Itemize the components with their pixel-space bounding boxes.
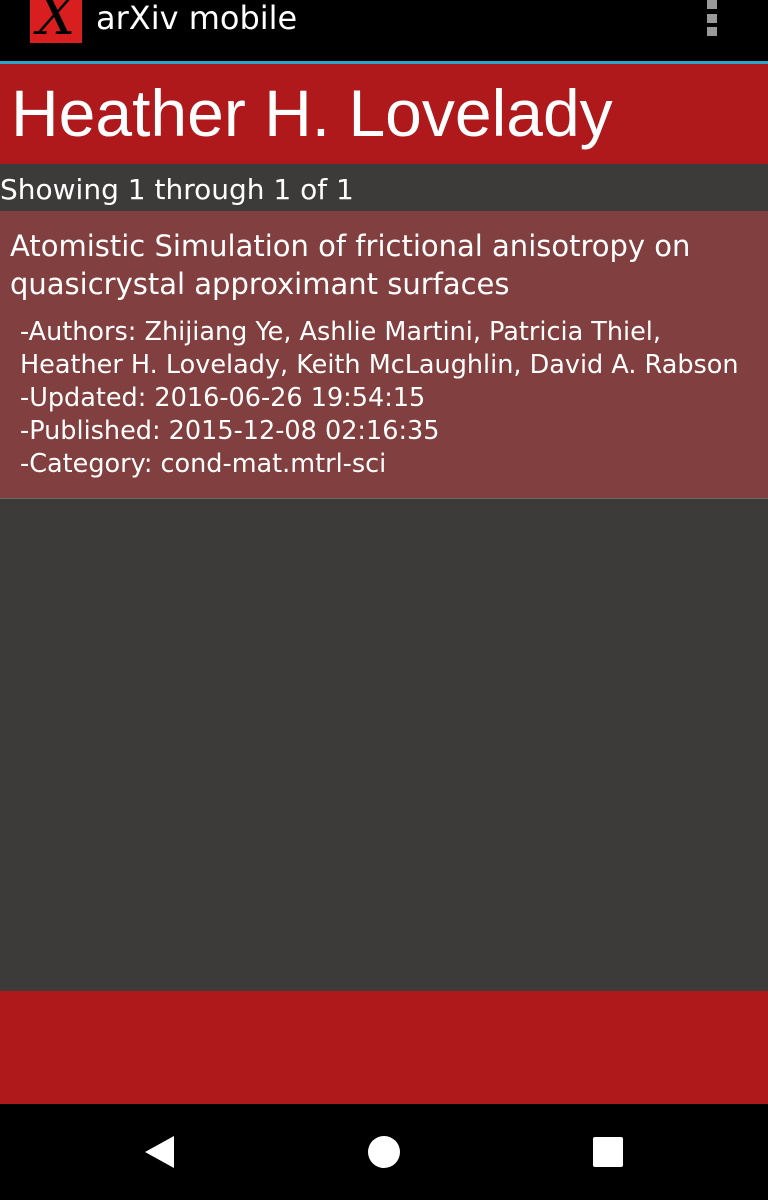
- article-published: -Published: 2015-12-08 02:16:35: [20, 416, 440, 446]
- menu-dot: [707, 0, 717, 9]
- screen: X arXiv mobile Heather H. Lovelady Showi…: [0, 0, 768, 1200]
- home-circle-icon: [368, 1136, 400, 1168]
- menu-dot: [707, 14, 717, 23]
- article-updated: -Updated: 2016-06-26 19:54:15: [20, 383, 426, 413]
- article-metadata: -Authors: Zhijiang Ye, Ashlie Martini, P…: [20, 316, 760, 481]
- bottom-bar: [0, 991, 768, 1104]
- author-header: Heather H. Lovelady: [0, 64, 768, 164]
- system-nav-bar: [0, 1104, 768, 1200]
- logo-letter: X: [36, 0, 76, 43]
- article-title: Atomistic Simulation of frictional aniso…: [10, 229, 691, 301]
- results-summary: Showing 1 through 1 of 1: [0, 173, 354, 206]
- recents-button[interactable]: [560, 1104, 656, 1200]
- overflow-menu-icon[interactable]: [700, 0, 724, 40]
- article-category: -Category: cond-mat.mtrl-sci: [20, 449, 387, 479]
- author-name: Heather H. Lovelady: [11, 76, 613, 150]
- back-triangle-icon: [145, 1136, 174, 1168]
- arxiv-logo-icon[interactable]: X: [30, 0, 82, 43]
- article-list-item[interactable]: Atomistic Simulation of frictional aniso…: [0, 211, 768, 499]
- action-bar: X arXiv mobile: [0, 0, 768, 61]
- home-button[interactable]: [336, 1104, 432, 1200]
- article-authors: -Authors: Zhijiang Ye, Ashlie Martini, P…: [20, 317, 739, 380]
- recents-square-icon: [593, 1137, 623, 1167]
- app-title: arXiv mobile: [96, 0, 298, 37]
- menu-dot: [707, 27, 717, 36]
- back-button[interactable]: [112, 1104, 208, 1200]
